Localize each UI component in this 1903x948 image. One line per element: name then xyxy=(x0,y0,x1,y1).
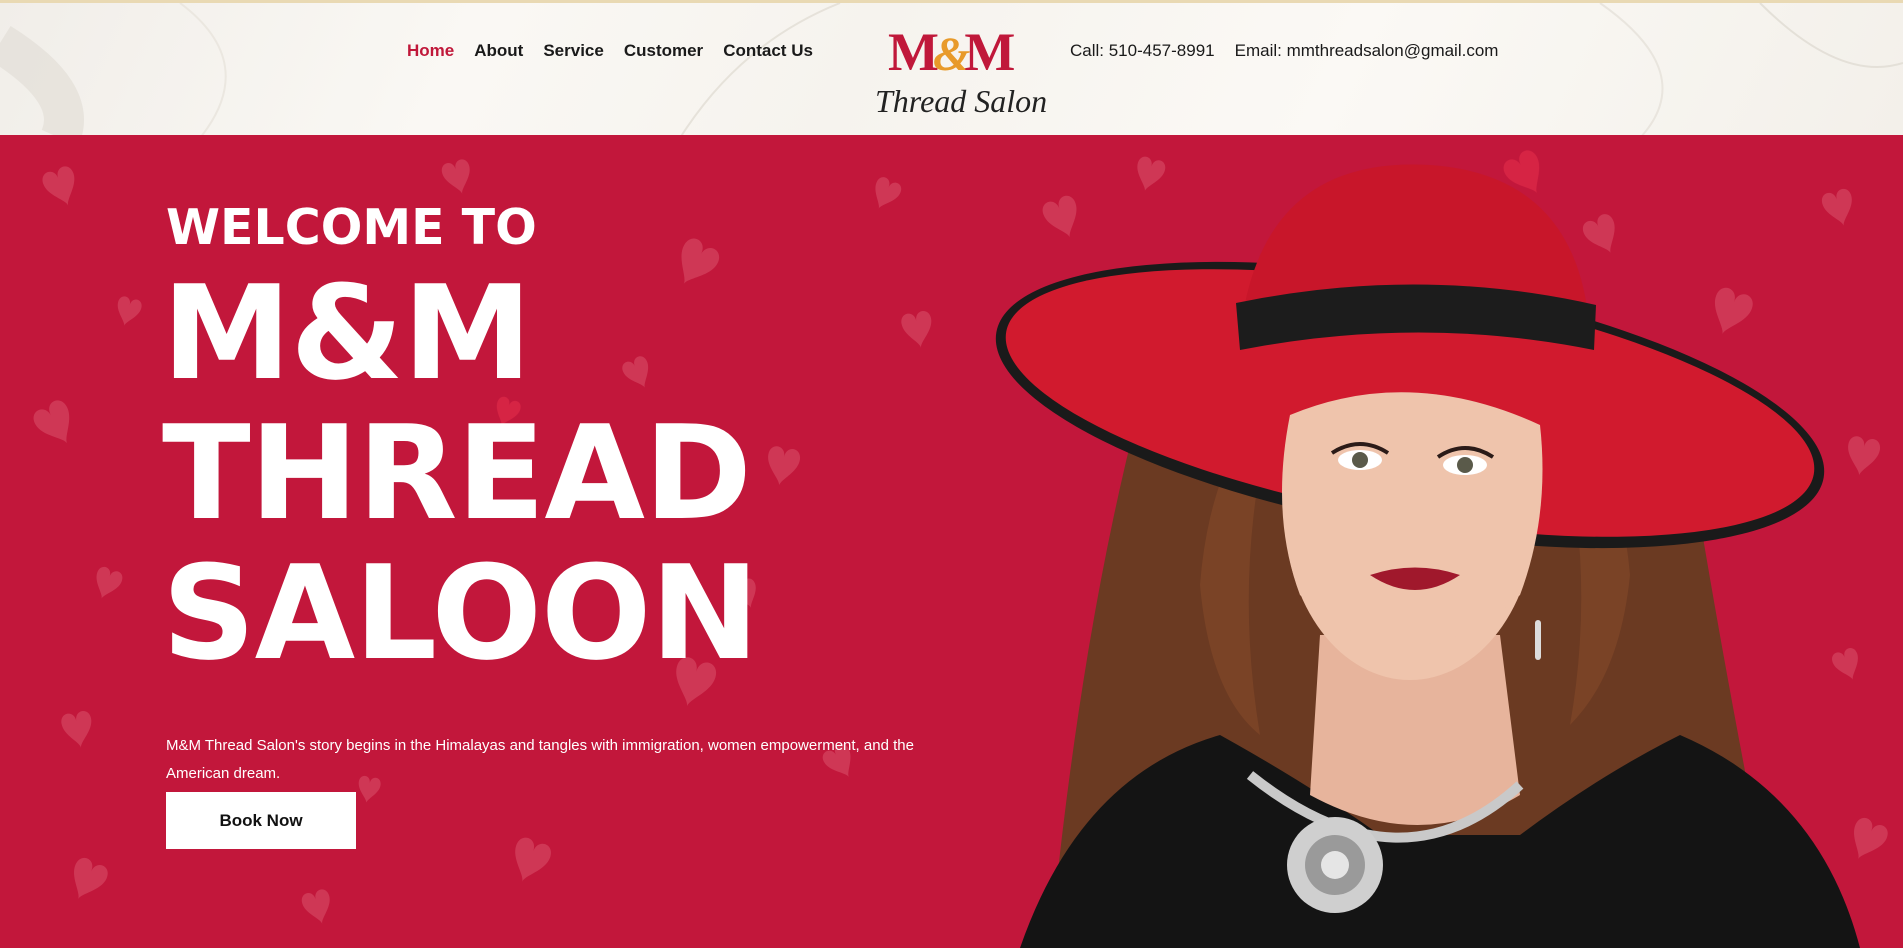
hero-title-line1: M&M xyxy=(162,257,532,409)
hero-title: M&M THREAD SALOON xyxy=(162,257,759,689)
site-header: Home About Service Customer Contact Us M… xyxy=(0,0,1903,135)
nav-about[interactable]: About xyxy=(474,41,523,61)
main-nav: Home About Service Customer Contact Us xyxy=(407,41,813,61)
hero-title-line2: THREAD xyxy=(162,397,752,549)
header-contact: Call: 510-457-8991 Email: mmthreadsalon@… xyxy=(1070,41,1498,61)
nav-home[interactable]: Home xyxy=(407,41,454,61)
email-contact[interactable]: Email: mmthreadsalon@gmail.com xyxy=(1235,41,1499,61)
model-portrait-image xyxy=(995,164,1860,948)
hero-welcome: WELCOME TO xyxy=(166,199,537,256)
hero-section: WELCOME TO M&M THREAD SALOON M&M Thread … xyxy=(0,135,1903,948)
book-now-button[interactable]: Book Now xyxy=(166,792,356,849)
nav-customer[interactable]: Customer xyxy=(624,41,703,61)
site-logo[interactable]: M&M Thread Salon xyxy=(870,22,1047,123)
nav-service[interactable]: Service xyxy=(543,41,604,61)
nav-contact-us[interactable]: Contact Us xyxy=(723,41,813,61)
hero-story-text: M&M Thread Salon's story begins in the H… xyxy=(166,737,914,782)
logo-subtitle: Thread Salon xyxy=(875,83,1048,119)
phone-contact[interactable]: Call: 510-457-8991 xyxy=(1070,41,1215,61)
logo-mark: M&M xyxy=(888,22,1015,82)
hero-title-line3: SALOON xyxy=(162,537,759,689)
